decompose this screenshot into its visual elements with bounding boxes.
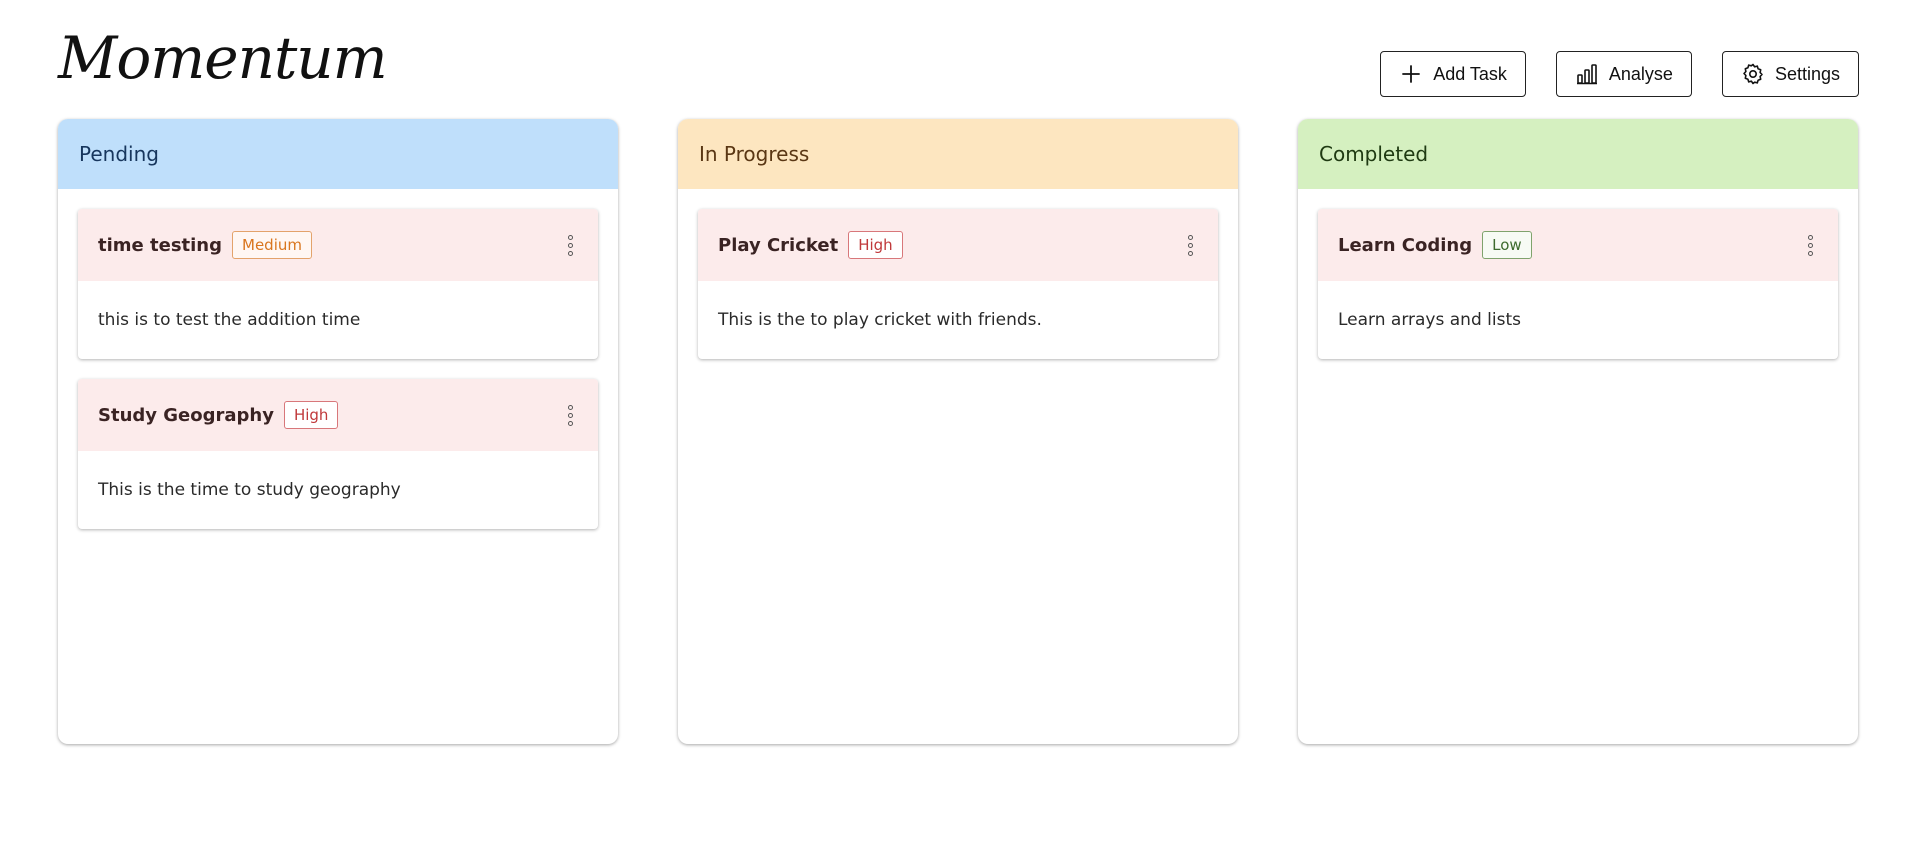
more-options-icon[interactable] <box>1802 231 1818 259</box>
column-header-completed: Completed <box>1298 119 1858 189</box>
priority-badge: High <box>283 401 339 429</box>
task-title: time testing <box>98 234 223 256</box>
more-options-icon[interactable] <box>562 231 578 259</box>
task-card-header: Study Geography High <box>78 379 598 451</box>
add-task-label: Add Task <box>1433 63 1507 84</box>
column-title: In Progress <box>699 142 810 166</box>
gear-icon <box>1743 63 1763 85</box>
task-card[interactable]: Learn Coding Low Learn arrays and lists <box>1318 209 1838 359</box>
task-title: Study Geography <box>98 404 274 426</box>
task-card-header: Play Cricket High <box>698 209 1218 281</box>
column-title: Pending <box>79 142 159 166</box>
toolbar: Add Task Analyse Settings <box>1380 51 1859 97</box>
task-title: Learn Coding <box>1338 234 1473 256</box>
more-options-icon[interactable] <box>562 401 578 429</box>
app-logo: Momentum <box>58 24 388 92</box>
task-description: This is the to play cricket with friends… <box>718 310 1042 330</box>
analyse-label: Analyse <box>1608 63 1673 84</box>
priority-badge: Low <box>1482 231 1532 259</box>
task-card[interactable]: Play Cricket High This is the to play cr… <box>698 209 1218 359</box>
column-body: Play Cricket High This is the to play cr… <box>678 189 1238 399</box>
plus-icon <box>1402 65 1421 83</box>
task-card-header: time testing Medium <box>78 209 598 281</box>
priority-badge: Medium <box>232 231 312 259</box>
more-options-icon[interactable] <box>1182 231 1198 259</box>
task-title: Play Cricket <box>718 234 839 256</box>
task-description: this is to test the addition time <box>98 310 361 330</box>
column-header-pending: Pending <box>58 119 618 189</box>
analyse-button[interactable]: Analyse <box>1555 51 1692 97</box>
column-in-progress: In Progress Play Cricket High This is th… <box>678 119 1238 744</box>
settings-label: Settings <box>1774 63 1840 84</box>
column-header-in-progress: In Progress <box>678 119 1238 189</box>
task-description: Learn arrays and lists <box>1338 310 1521 330</box>
column-completed: Completed Learn Coding Low Learn arrays … <box>1298 119 1858 744</box>
task-card-header: Learn Coding Low <box>1318 209 1838 281</box>
column-body: Learn Coding Low Learn arrays and lists <box>1298 189 1858 399</box>
column-pending: Pending time testing Medium this is to t… <box>58 119 618 744</box>
column-title: Completed <box>1319 142 1429 166</box>
bar-chart-icon <box>1576 64 1597 85</box>
settings-button[interactable]: Settings <box>1721 51 1859 97</box>
add-task-button[interactable]: Add Task <box>1380 51 1526 97</box>
task-card[interactable]: Study Geography High This is the time to… <box>78 379 598 529</box>
app-header: Momentum Add Task Analyse Settings <box>0 0 1917 120</box>
kanban-board: Pending time testing Medium this is to t… <box>58 119 1858 744</box>
task-card[interactable]: time testing Medium this is to test the … <box>78 209 598 359</box>
priority-badge: High <box>848 231 903 259</box>
task-description: This is the time to study geography <box>98 480 401 500</box>
column-body: time testing Medium this is to test the … <box>58 189 618 569</box>
